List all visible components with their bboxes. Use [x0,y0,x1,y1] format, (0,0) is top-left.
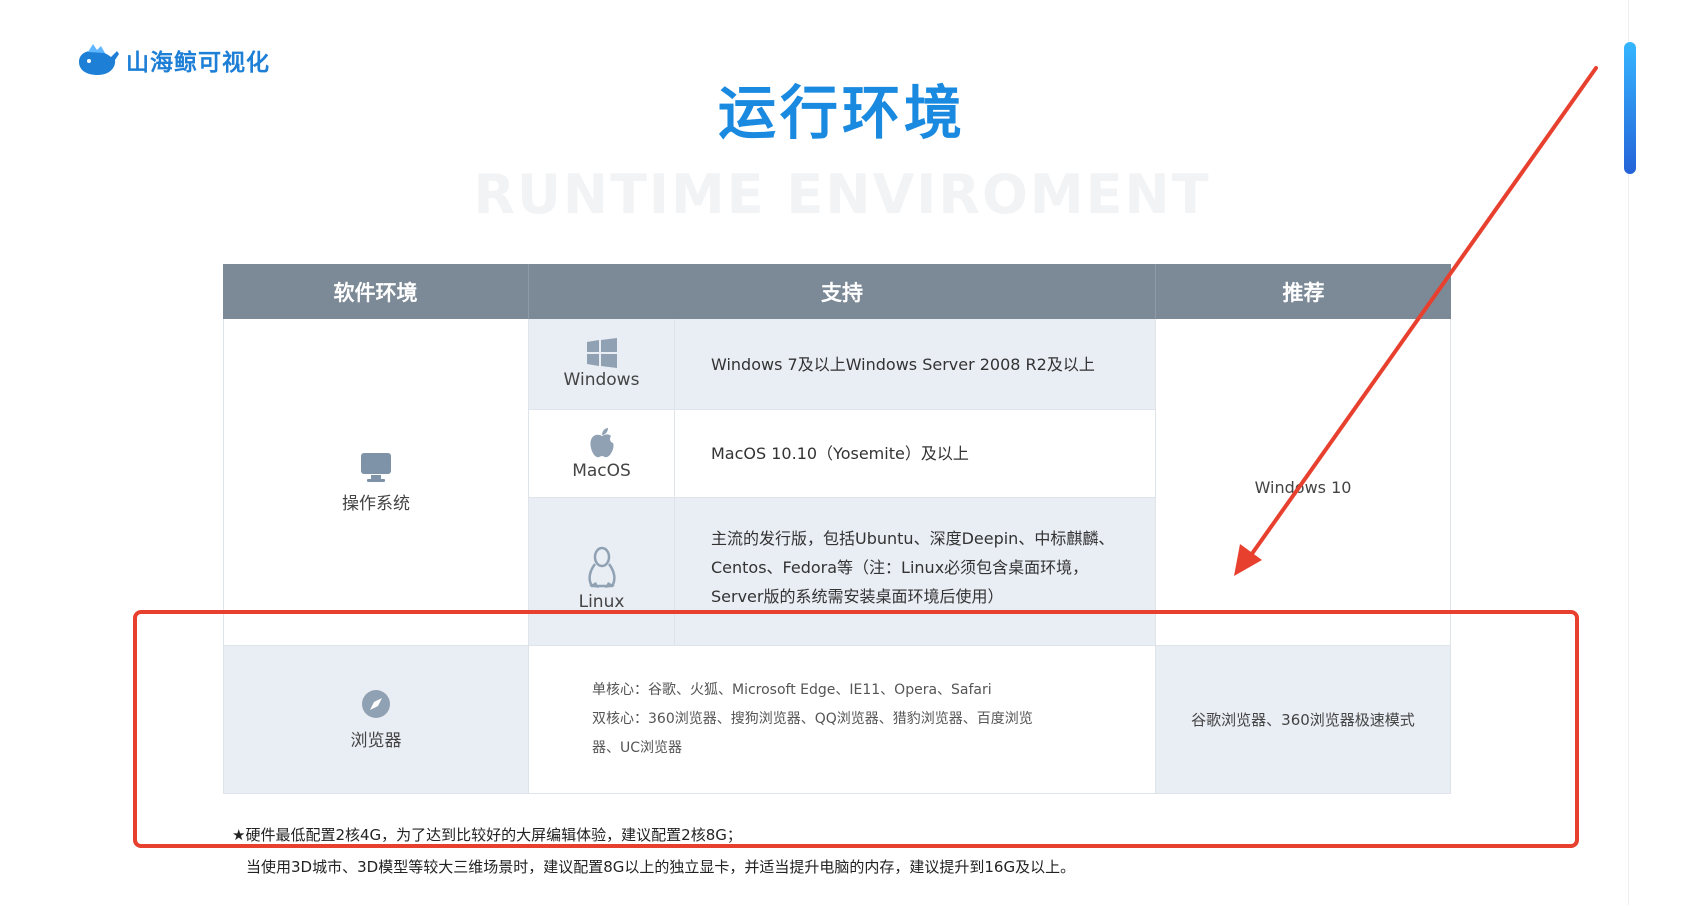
windows-name-cell: Windows [528,319,674,409]
page-subtitle: RUNTIME ENVIROMENT [473,163,1211,226]
scrollbar-thumb[interactable] [1624,42,1636,174]
header-software: 软件环境 [223,264,528,319]
browser-single-core: 单核心：谷歌、火狐、Microsoft Edge、IE11、Opera、Safa… [592,682,992,698]
compass-browser-icon [360,688,392,720]
linux-desc: 主流的发行版，包括Ubuntu、深度Deepin、中标麒麟、Centos、Fed… [674,497,1155,645]
macos-name-cell: MacOS [528,409,674,497]
linux-label: Linux [578,591,625,612]
os-recommend: Windows 10 [1155,319,1451,645]
runtime-table: 软件环境 支持 推荐 操作系统 Windows Windows 7及以上Wind… [223,264,1451,794]
browser-label-cell: 浏览器 [223,645,528,794]
linux-name-cell: Linux [528,497,674,645]
macos-label: MacOS [572,460,631,481]
browser-label: 浏览器 [350,731,402,751]
windows-label: Windows [563,370,640,390]
header-support: 支持 [528,264,1155,319]
header-recommend: 推荐 [1155,264,1451,319]
os-label-cell: 操作系统 [223,319,528,645]
page-title: 运行环境 [717,79,966,147]
os-label: 操作系统 [342,493,410,514]
gpu-note: 当使用3D城市、3D模型等较大三维场景时，建议配置8G以上的独立显卡，并适当提升… [246,858,1076,876]
whale-logo-icon [76,40,122,80]
brand-logo[interactable]: 山海鲸可视化 [76,40,270,80]
windows-icon [586,338,618,368]
linux-penguin-icon [585,546,619,590]
monitor-os-icon [359,451,393,483]
browser-recommend: 谷歌浏览器、360浏览器极速模式 [1155,645,1451,794]
browser-dual-core: 双核心：360浏览器、搜狗浏览器、QQ浏览器、猎豹浏览器、百度浏览器、UC浏览器 [592,711,1033,756]
apple-icon [587,427,617,459]
hardware-note: ★硬件最低配置2核4G，为了达到比较好的大屏编辑体验，建议配置2核8G； [232,826,742,844]
logo-text: 山海鲸可视化 [126,50,270,76]
macos-desc: MacOS 10.10（Yosemite）及以上 [674,409,1155,497]
browser-support-cell: 单核心：谷歌、火狐、Microsoft Edge、IE11、Opera、Safa… [528,645,1155,794]
windows-desc: Windows 7及以上Windows Server 2008 R2及以上 [674,319,1155,409]
